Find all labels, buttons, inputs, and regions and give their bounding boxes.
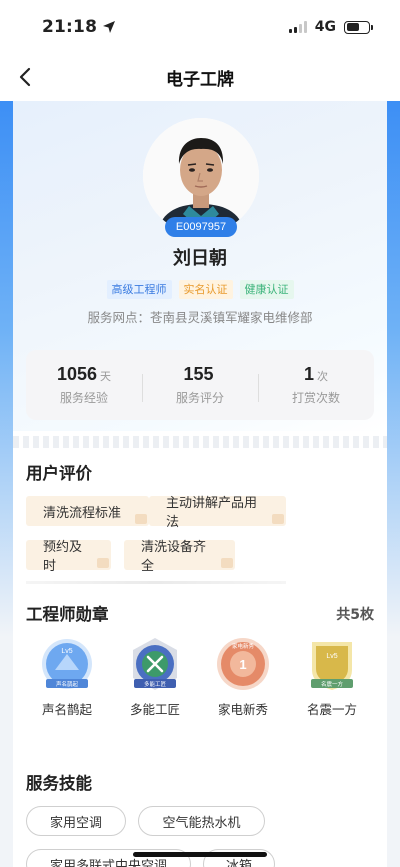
medal-label: 多能工匠 <box>129 702 180 717</box>
medal-level: 1 <box>239 657 246 672</box>
status-time: 21:18 <box>42 17 116 37</box>
engineer-name: 刘日朝 <box>173 248 227 269</box>
service-outlet: 服务网点：苍南县灵溪镇军耀家电维修部 <box>87 310 313 325</box>
review-chip-label: 预约及时 <box>43 540 83 574</box>
chip-corner-icon <box>97 558 109 568</box>
medal-blue-icon: Lv5 声名鹊起 <box>42 639 92 689</box>
skill-chip: 空气能热水机 <box>138 806 265 836</box>
stat-label: 打赏次数 <box>291 391 340 405</box>
tag-health-verified: 健康认证 <box>239 280 294 299</box>
stat-value: 1056 <box>56 364 98 384</box>
review-chip-label: 清洗流程标准 <box>43 505 122 521</box>
stat-tips: 1次 打赏次数 <box>258 364 374 406</box>
tag-senior-engineer: 高级工程师 <box>106 280 172 299</box>
stat-unit: 天 <box>100 371 112 383</box>
medal-level: Lv5 <box>326 653 337 660</box>
section-divider <box>26 581 286 584</box>
battery-icon <box>344 20 373 34</box>
medal-gold-icon: Lv5 名震一方 <box>311 642 353 690</box>
signal-icon <box>288 21 307 33</box>
medal-ribbon-text: 多能工匠 <box>144 680 167 688</box>
stat-unit: 次 <box>317 371 328 383</box>
medal-renowned[interactable]: Lv5 名震一方 名震一方 <box>294 636 370 718</box>
review-chip: 主动讲解产品用法 <box>149 496 286 530</box>
reviews-title: 用户评价 <box>26 464 92 483</box>
chevron-left-icon <box>19 67 31 87</box>
stats-panel: 1056 天 服务经验 155 服务评分 1次 打赏次数 <box>26 350 374 420</box>
review-chip-label: 主动讲解产品用法 <box>166 496 258 530</box>
stat-value: 1 <box>303 364 314 384</box>
status-bar: 21:18 4G <box>0 0 400 54</box>
medal-multi-skill[interactable]: 多能工匠 多能工匠 <box>117 636 193 718</box>
badges-title: 工程师勋章 <box>26 605 109 624</box>
tag-real-name-verified: 实名认证 <box>178 280 233 299</box>
stat-label: 服务评分 <box>175 391 224 405</box>
badges-count[interactable]: 共5枚 <box>336 604 374 624</box>
location-arrow-icon <box>103 21 116 33</box>
certification-tags: 高级工程师 实名认证 健康认证 <box>13 280 387 299</box>
medal-reputation[interactable]: Lv5 声名鹊起 声名鹊起 <box>29 636 105 718</box>
medal-top-text: 家电新秀 <box>232 642 255 650</box>
home-indicator[interactable] <box>133 852 267 857</box>
chip-corner-icon <box>272 514 284 524</box>
review-chip: 清洗设备齐全 <box>124 540 235 574</box>
medal-copper-icon: 家电新秀 1 <box>217 638 269 690</box>
chip-corner-icon <box>135 514 147 524</box>
side-decoration-right <box>386 101 400 867</box>
stat-value: 155 <box>183 364 214 384</box>
perforation-divider <box>13 436 387 448</box>
stat-score: 155 服务评分 <box>142 364 258 406</box>
back-button[interactable] <box>10 62 40 92</box>
stat-label: 服务经验 <box>59 391 108 405</box>
review-chip: 预约及时 <box>26 540 111 574</box>
medal-tools-icon: 多能工匠 <box>133 638 177 690</box>
medal-ribbon-text: 声名鹊起 <box>56 680 79 688</box>
nav-bar: 电子工牌 <box>0 54 400 100</box>
medal-label: 声名鹊起 <box>41 702 92 717</box>
status-indicators: 4G <box>288 19 373 35</box>
medal-level: Lv5 <box>61 648 72 655</box>
employee-id-badge: E0097957 <box>165 217 237 237</box>
skills-title: 服务技能 <box>26 774 92 793</box>
medal-ribbon-text: 名震一方 <box>321 680 344 688</box>
network-label: 4G <box>314 19 336 35</box>
chip-corner-icon <box>221 558 233 568</box>
review-chip-label: 清洗设备齐全 <box>141 540 207 574</box>
time-text: 21:18 <box>42 17 98 37</box>
review-chip: 清洗流程标准 <box>26 496 149 526</box>
medal-label: 名震一方 <box>306 702 357 717</box>
medal-label: 家电新秀 <box>217 702 268 717</box>
badge-card: E0097957 刘日朝 高级工程师 实名认证 健康认证 服务网点：苍南县灵溪镇… <box>13 101 387 867</box>
skill-chip: 家用空调 <box>26 806 126 836</box>
medal-newcomer[interactable]: 家电新秀 1 家电新秀 <box>205 636 281 718</box>
page-title: 电子工牌 <box>166 69 234 90</box>
side-decoration-left <box>0 101 14 867</box>
stat-experience: 1056 天 服务经验 <box>26 364 142 406</box>
